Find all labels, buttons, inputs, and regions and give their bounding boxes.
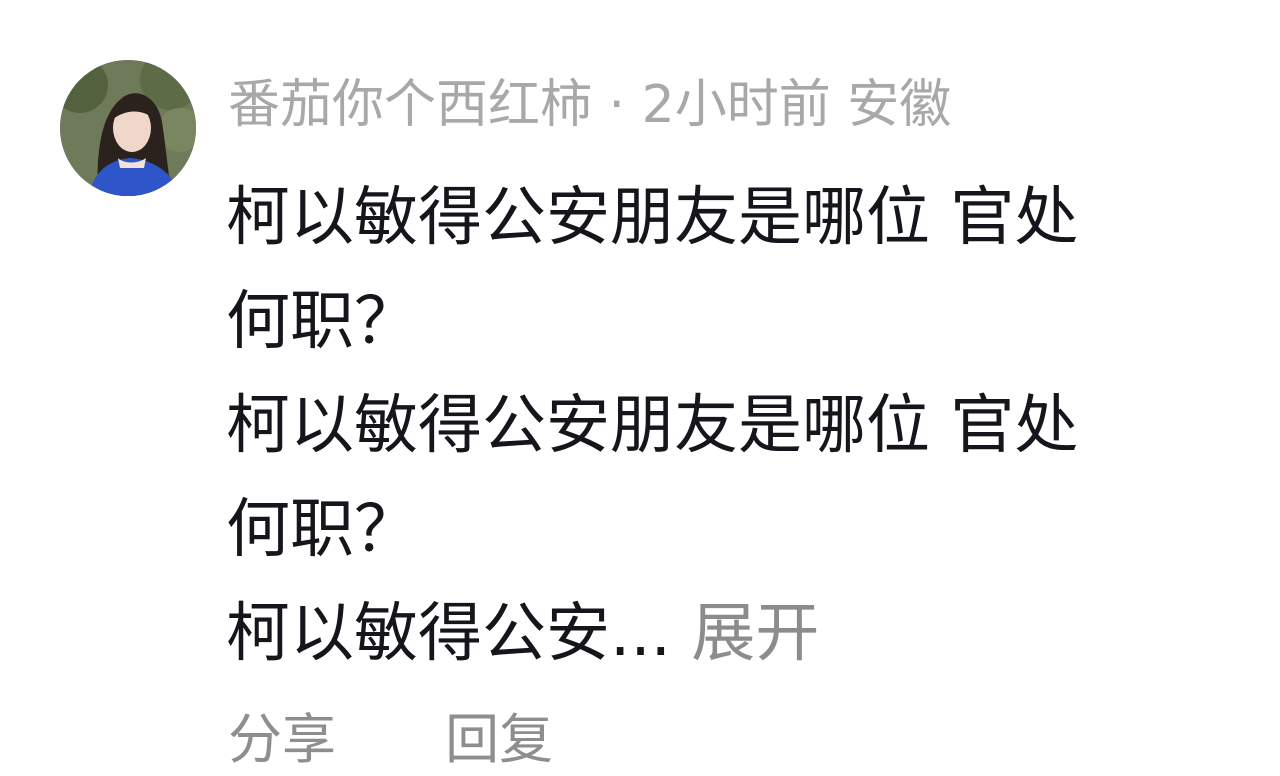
- comment-actions: 分享 回复: [228, 704, 553, 776]
- username[interactable]: 番茄你个西红柿: [228, 75, 592, 135]
- avatar-image: [60, 60, 196, 196]
- comment-item: 番茄你个西红柿 · 2小时前 安徽 柯以敏得公安朋友是哪位 官处 何职？ 柯以敏…: [0, 0, 1280, 776]
- comment-meta: 番茄你个西红柿 · 2小时前 安徽: [228, 72, 951, 138]
- comment-time: 2小时前: [641, 75, 831, 135]
- comment-line: 柯以敏得公安朋友是哪位 官处: [226, 181, 1079, 255]
- avatar[interactable]: [60, 60, 196, 196]
- meta-separator: ·: [608, 75, 626, 135]
- reply-button[interactable]: 回复: [445, 704, 553, 776]
- comment-line: 何职？: [226, 285, 418, 359]
- comment-line: 柯以敏得公安...: [226, 597, 672, 671]
- comment-line: 何职？: [226, 493, 418, 567]
- comment-text: 柯以敏得公安朋友是哪位 官处 何职？ 柯以敏得公安朋友是哪位 官处 何职？ 柯以…: [226, 166, 1206, 686]
- comment-last-line: 柯以敏得公安... 展开: [226, 582, 1206, 686]
- comment-line: 柯以敏得公安朋友是哪位 官处: [226, 389, 1079, 463]
- share-button[interactable]: 分享: [228, 704, 336, 776]
- comment-location: 安徽: [847, 75, 952, 135]
- expand-button[interactable]: 展开: [691, 597, 819, 671]
